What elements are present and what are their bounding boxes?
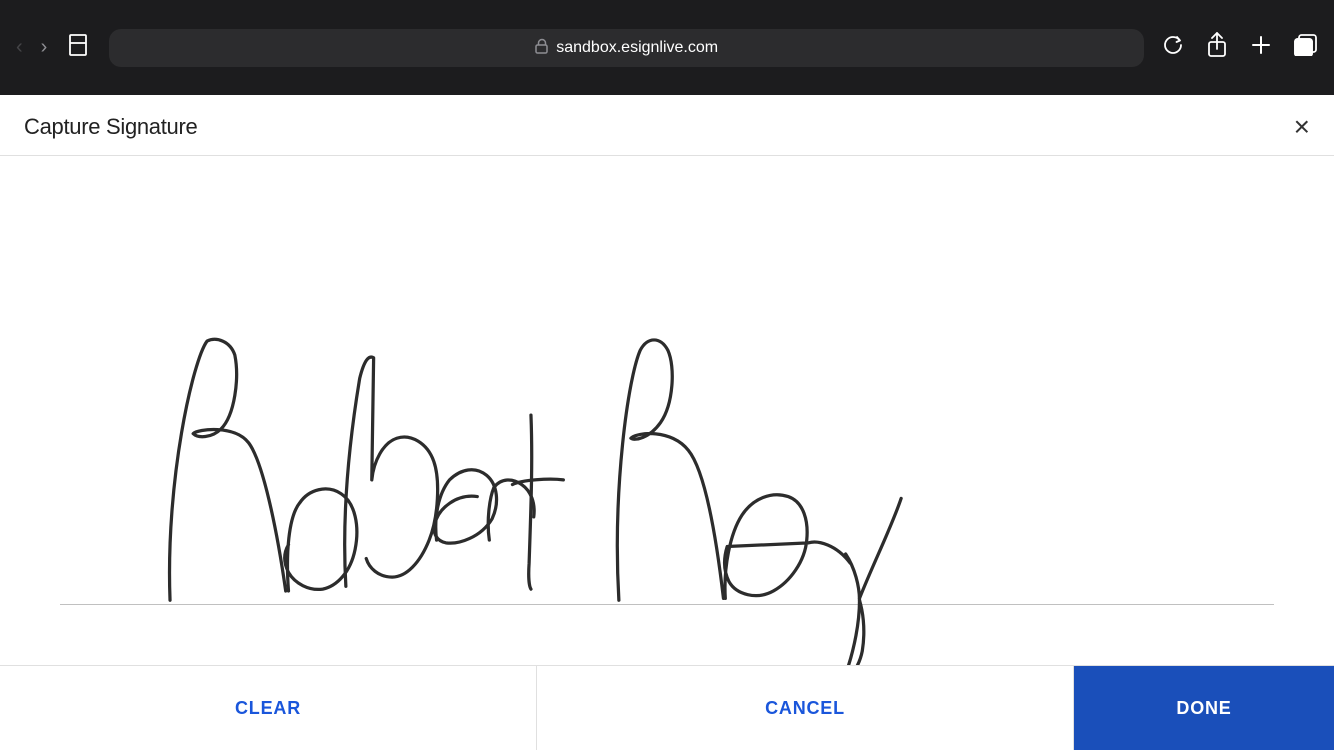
bookmark-icon <box>65 32 91 64</box>
back-button[interactable]: ‹ <box>16 36 23 59</box>
add-tab-button[interactable] <box>1250 34 1272 62</box>
address-bar[interactable]: sandbox.esignlive.com <box>109 29 1144 67</box>
share-button[interactable] <box>1206 32 1228 64</box>
browser-chrome: ‹ › sandbox.esignlive.com <box>0 0 1334 95</box>
forward-button[interactable]: › <box>41 36 48 59</box>
browser-top-bar: ‹ › sandbox.esignlive.com <box>16 29 1318 67</box>
browser-actions <box>1162 32 1318 64</box>
close-button[interactable]: × <box>1294 113 1310 141</box>
signature-canvas-area[interactable] <box>0 156 1334 665</box>
done-button[interactable]: DONE <box>1074 666 1334 750</box>
modal-title: Capture Signature <box>24 114 197 140</box>
reload-button[interactable] <box>1162 34 1184 62</box>
modal-header: Capture Signature × <box>0 95 1334 156</box>
lock-icon <box>535 38 548 57</box>
url-text: sandbox.esignlive.com <box>556 39 718 57</box>
modal-footer: CLEAR CANCEL DONE <box>0 665 1334 750</box>
tabs-button[interactable] <box>1294 34 1318 62</box>
cancel-button[interactable]: CANCEL <box>537 666 1074 750</box>
signature-drawing <box>0 156 1334 665</box>
clear-button[interactable]: CLEAR <box>0 666 537 750</box>
modal-container: Capture Signature × <box>0 95 1334 750</box>
